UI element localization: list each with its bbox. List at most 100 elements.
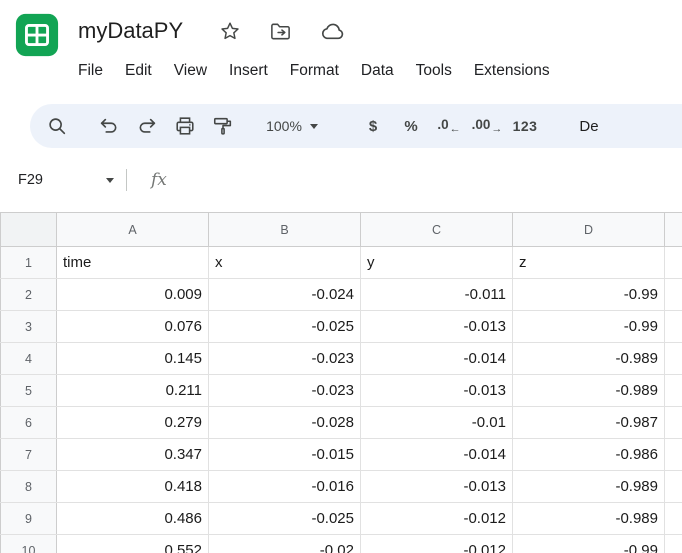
sheet-cell[interactable]: -0.01 (361, 407, 513, 439)
sheet-cell[interactable] (665, 407, 682, 439)
sheet-cell[interactable]: -0.024 (209, 279, 361, 311)
sheet-cell[interactable]: 0.145 (57, 343, 209, 375)
row-header[interactable]: 6 (1, 407, 57, 439)
sheet-cell[interactable]: -0.99 (513, 311, 665, 343)
document-title[interactable]: myDataPY (78, 18, 183, 44)
sheet-cell[interactable]: y (361, 247, 513, 279)
sheet-cell[interactable]: 0.486 (57, 503, 209, 535)
sheet-cell[interactable]: -0.02 (209, 535, 361, 553)
sheet-cell[interactable]: -0.989 (513, 343, 665, 375)
sheet-cell[interactable]: -0.99 (513, 279, 665, 311)
menu-view[interactable]: View (163, 56, 218, 86)
sheet-cell[interactable]: -0.025 (209, 311, 361, 343)
sheet-cell[interactable]: x (209, 247, 361, 279)
menu-edit[interactable]: Edit (114, 56, 163, 86)
sheet-row: 30.076-0.025-0.013-0.99 (1, 311, 682, 343)
star-icon[interactable] (219, 20, 241, 42)
row-header[interactable]: 4 (1, 343, 57, 375)
column-header-d[interactable]: D (513, 213, 665, 247)
paint-format-button[interactable] (204, 108, 242, 144)
row-header[interactable]: 1 (1, 247, 57, 279)
menu-extensions[interactable]: Extensions (463, 56, 561, 86)
menu-bar: File Edit View Insert Format Data Tools … (67, 52, 561, 90)
column-header-a[interactable]: A (57, 213, 209, 247)
sheet-cell[interactable]: -0.013 (361, 375, 513, 407)
sheet-cell[interactable]: -0.989 (513, 503, 665, 535)
sheet-cell[interactable]: -0.014 (361, 439, 513, 471)
sheet-cell[interactable]: -0.023 (209, 343, 361, 375)
sheet-row: 40.145-0.023-0.014-0.989 (1, 343, 682, 375)
print-button[interactable] (166, 108, 204, 144)
sheet-cell[interactable]: -0.028 (209, 407, 361, 439)
sheet-cell[interactable]: -0.99 (513, 535, 665, 553)
sheet-cell[interactable]: -0.989 (513, 471, 665, 503)
number-format-button[interactable]: 123 (506, 108, 544, 144)
zoom-selector[interactable]: 100% (256, 108, 328, 144)
menu-tools[interactable]: Tools (405, 56, 463, 86)
row-header[interactable]: 2 (1, 279, 57, 311)
sheet-cell[interactable]: 0.211 (57, 375, 209, 407)
menu-data[interactable]: Data (350, 56, 405, 86)
redo-button[interactable] (128, 108, 166, 144)
column-header-c[interactable]: C (361, 213, 513, 247)
sheet-cell[interactable] (665, 279, 682, 311)
sheet-cell[interactable]: 0.418 (57, 471, 209, 503)
sheet-cell[interactable] (665, 471, 682, 503)
sheet-cell[interactable]: -0.013 (361, 471, 513, 503)
sheet-cell[interactable]: -0.015 (209, 439, 361, 471)
format-currency-button[interactable]: $ (354, 108, 392, 144)
row-header[interactable]: 8 (1, 471, 57, 503)
row-header[interactable]: 9 (1, 503, 57, 535)
sheet-cell[interactable] (665, 375, 682, 407)
sheet-cell[interactable]: -0.012 (361, 503, 513, 535)
undo-icon (98, 115, 120, 137)
search-button[interactable] (38, 108, 76, 144)
formula-input[interactable] (167, 148, 682, 212)
format-percent-button[interactable]: % (392, 108, 430, 144)
name-box[interactable]: F29 (12, 166, 124, 194)
row-header[interactable]: 3 (1, 311, 57, 343)
sheet-cell[interactable] (665, 503, 682, 535)
sheet-cell[interactable]: 0.009 (57, 279, 209, 311)
column-header-partial[interactable] (665, 213, 682, 247)
sheet-cell[interactable]: 0.076 (57, 311, 209, 343)
sheet-cell[interactable]: time (57, 247, 209, 279)
sheet-cell[interactable]: -0.013 (361, 311, 513, 343)
sheet-cell[interactable]: -0.014 (361, 343, 513, 375)
sheets-icon[interactable] (14, 12, 60, 58)
row-header[interactable]: 7 (1, 439, 57, 471)
name-box-value: F29 (18, 172, 43, 188)
search-icon (46, 115, 68, 137)
sheet-cell[interactable] (665, 439, 682, 471)
undo-button[interactable] (90, 108, 128, 144)
sheet-cell[interactable]: z (513, 247, 665, 279)
sheet-cell[interactable]: -0.012 (361, 535, 513, 553)
sheet-cell[interactable]: -0.986 (513, 439, 665, 471)
sheet-cell[interactable]: 0.279 (57, 407, 209, 439)
sheet-cell[interactable]: -0.987 (513, 407, 665, 439)
menu-file[interactable]: File (67, 56, 114, 86)
decrease-decimal-button[interactable]: .0← (430, 108, 468, 144)
sheet-cell[interactable] (665, 535, 682, 553)
increase-decimal-button[interactable]: .00→ (468, 108, 506, 144)
menu-insert[interactable]: Insert (218, 56, 279, 86)
sheet-cell[interactable]: -0.023 (209, 375, 361, 407)
row-header[interactable]: 10 (1, 535, 57, 553)
sheet-cell[interactable] (665, 311, 682, 343)
font-family-selector[interactable]: De (570, 108, 608, 144)
sheet-cell[interactable]: -0.025 (209, 503, 361, 535)
sheet-cell[interactable]: 0.347 (57, 439, 209, 471)
sheet-cell[interactable] (665, 247, 682, 279)
sheet-cell[interactable]: -0.011 (361, 279, 513, 311)
sheet-cell[interactable]: 0.552 (57, 535, 209, 553)
row-header[interactable]: 5 (1, 375, 57, 407)
sheet-cell[interactable] (665, 343, 682, 375)
column-header-b[interactable]: B (209, 213, 361, 247)
menu-format[interactable]: Format (279, 56, 350, 86)
font-family-value: De (579, 118, 598, 135)
sheet-cell[interactable]: -0.016 (209, 471, 361, 503)
sheet-cell[interactable]: -0.989 (513, 375, 665, 407)
move-to-folder-icon[interactable] (269, 20, 292, 43)
cloud-saved-icon[interactable] (320, 19, 345, 44)
select-all-corner[interactable] (1, 213, 57, 247)
